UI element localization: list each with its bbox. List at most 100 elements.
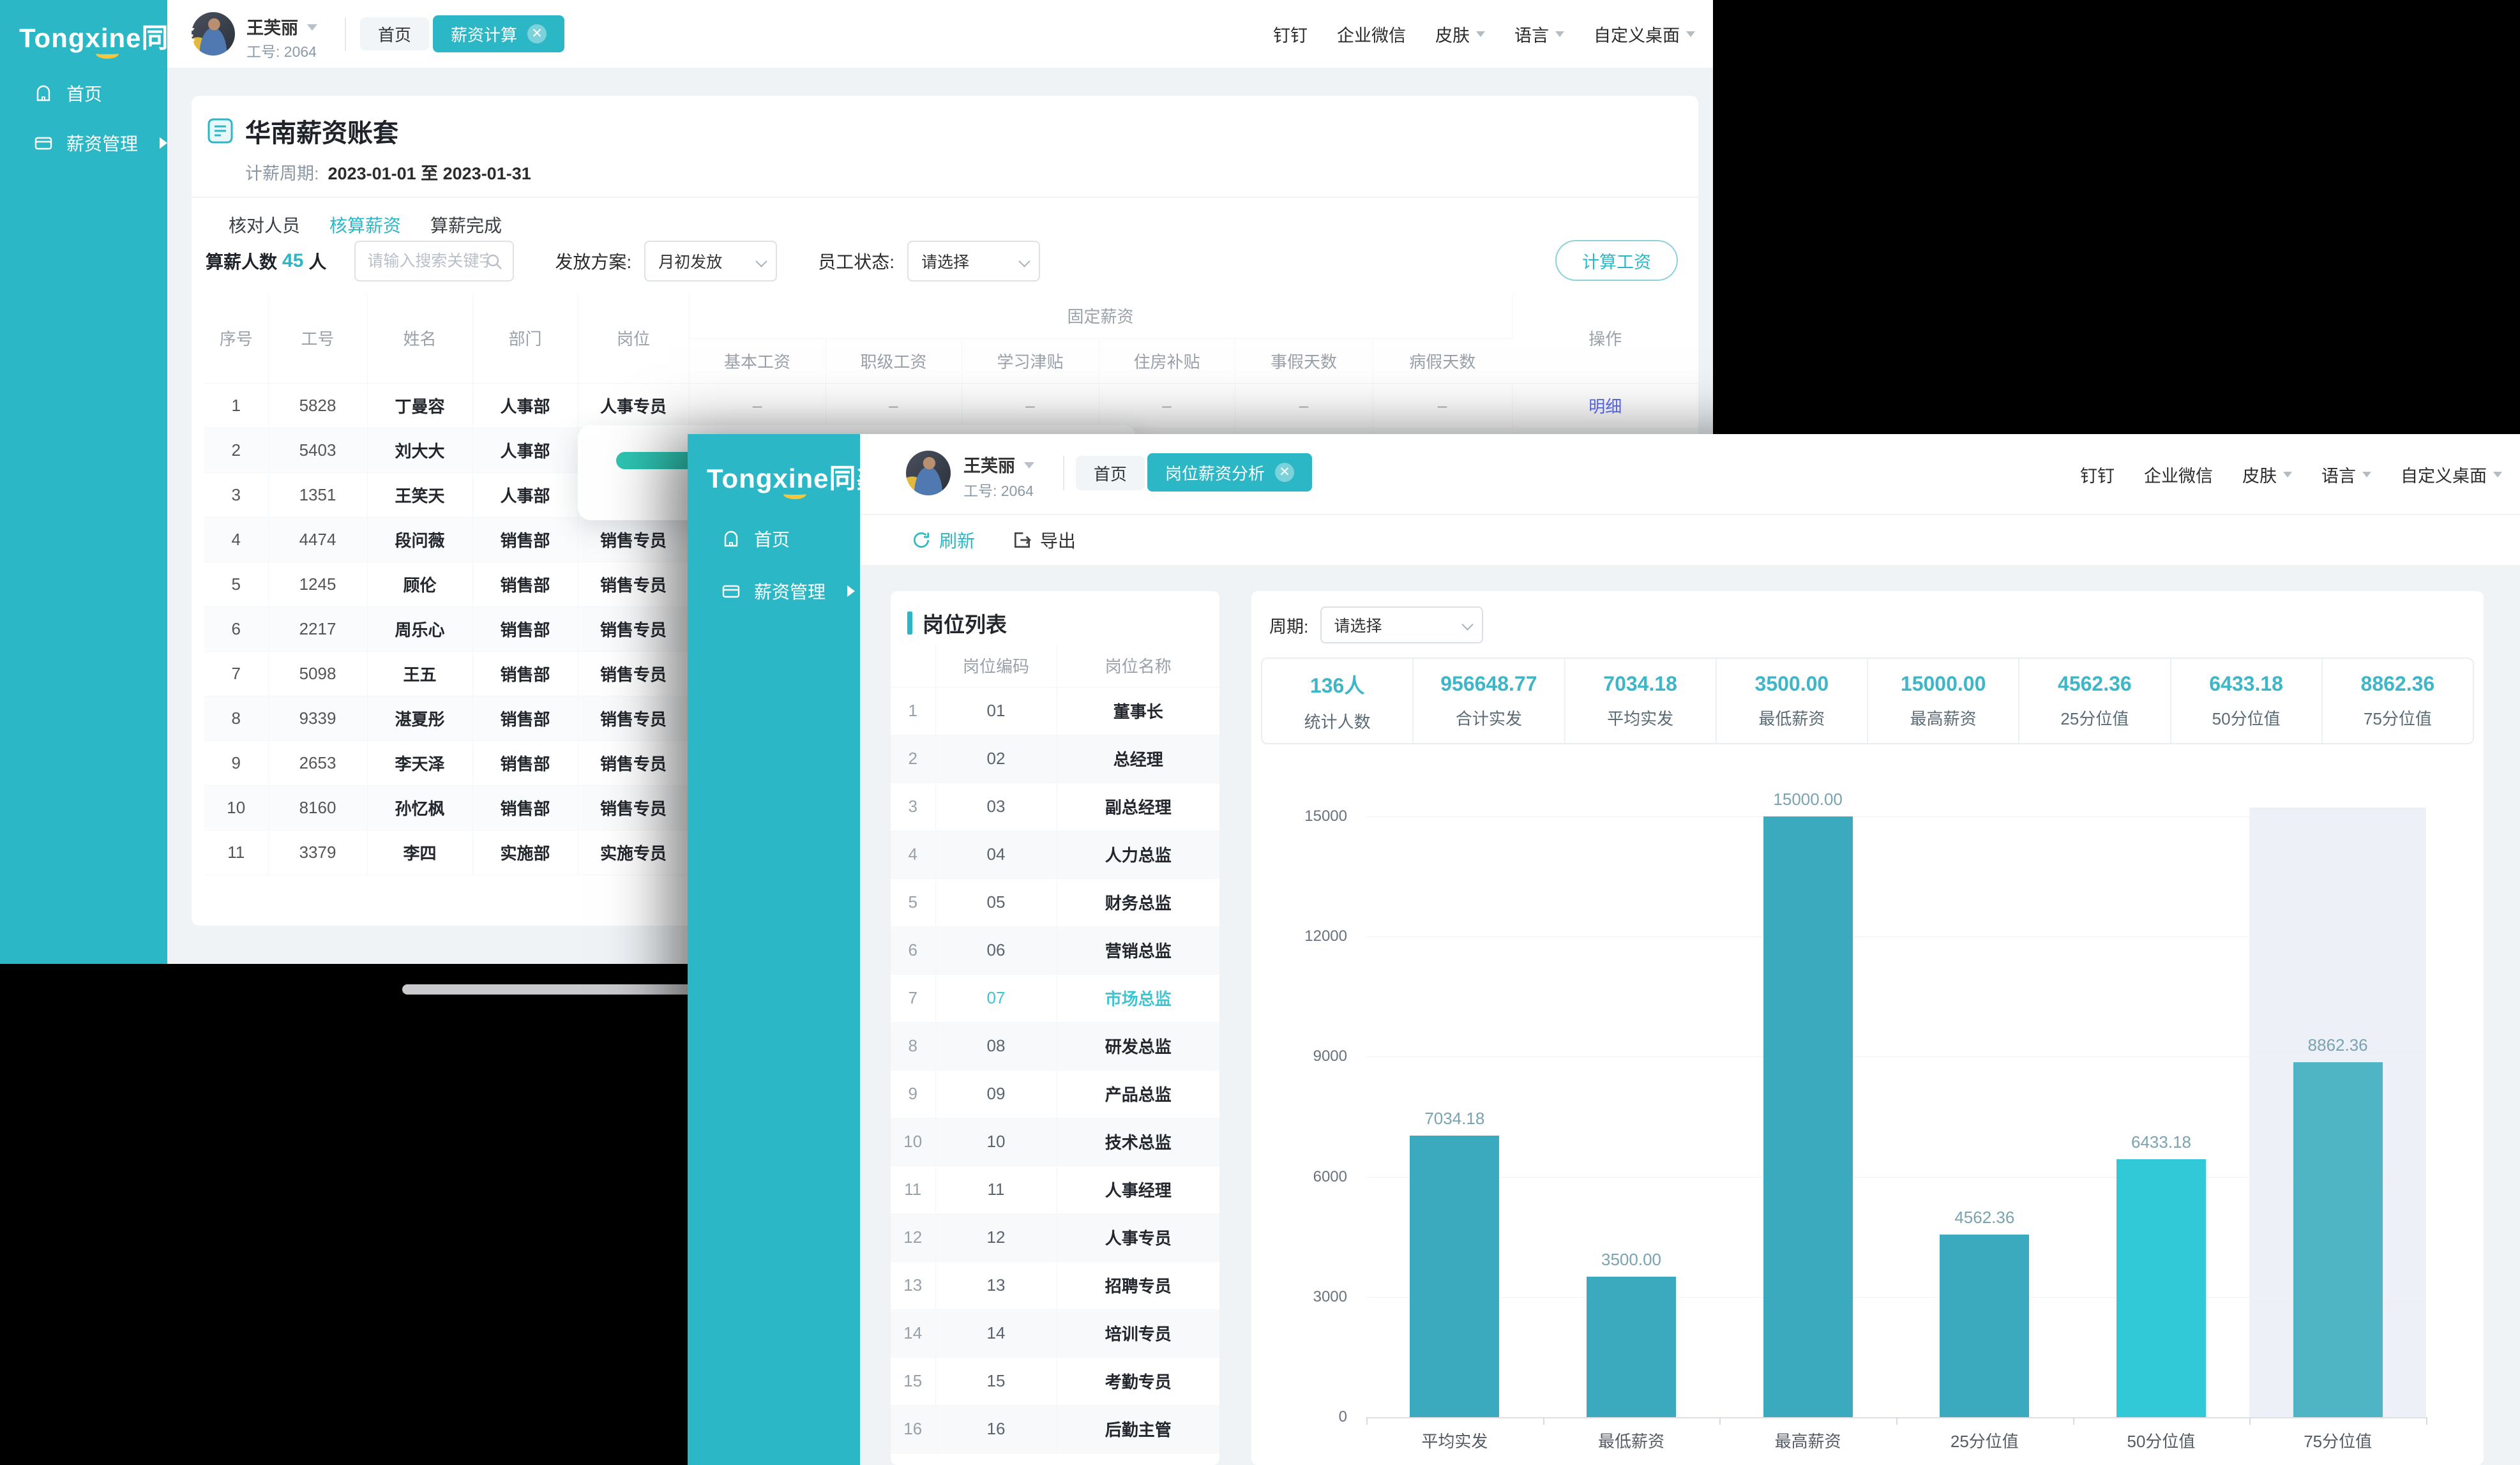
bar-最低薪资[interactable] <box>1587 1277 1676 1417</box>
menu-item-语言[interactable]: 语言 <box>2321 462 2371 487</box>
cell-dept: 销售部 <box>472 696 578 740</box>
search-icon[interactable] <box>485 252 504 271</box>
position-row[interactable]: 1616后勤主管 <box>891 1405 1219 1453</box>
plan-select[interactable]: 月初发放 <box>644 241 777 282</box>
col-病假天数: 病假天数 <box>1373 338 1512 383</box>
step-done[interactable]: 算薪完成 <box>430 212 502 237</box>
cell-dept: 销售部 <box>472 606 578 651</box>
position-row[interactable]: 606营销总监 <box>891 926 1219 974</box>
position-row[interactable]: 202总经理 <box>891 735 1219 783</box>
sidebar-item-home[interactable]: 首页 <box>721 526 790 552</box>
position-row[interactable]: 707市场总监 <box>891 974 1219 1022</box>
position-row[interactable]: 1515考勤专员 <box>891 1357 1219 1405</box>
menu-item-语言[interactable]: 语言 <box>1514 22 1564 47</box>
stat-value: 956648.77 <box>1440 672 1537 696</box>
expand-arrow-icon <box>160 137 173 149</box>
user-name[interactable]: 王芙丽 <box>246 14 317 39</box>
cell-position-code: 02 <box>935 735 1057 783</box>
detail-link[interactable]: 明细 <box>1588 397 1622 416</box>
cell-index: 7 <box>891 974 935 1022</box>
tab-home[interactable]: 首页 <box>1076 456 1145 490</box>
cell-emp-id: 8160 <box>268 785 367 830</box>
position-row[interactable]: 909产品总监 <box>891 1070 1219 1118</box>
sidebar-item-salary-mgmt[interactable]: 薪资管理 <box>33 130 173 156</box>
y-axis-tick: 6000 <box>1271 1168 1347 1186</box>
cycle-select[interactable]: 请选择 <box>1320 606 1483 643</box>
y-axis-tick: 9000 <box>1271 1048 1347 1065</box>
period-label: 计薪周期: <box>245 160 319 184</box>
position-row[interactable]: 1414培训专员 <box>891 1309 1219 1357</box>
search-input[interactable] <box>367 252 488 271</box>
cell-index: 16 <box>891 1405 935 1453</box>
title-accent-bar <box>907 612 912 635</box>
menu-item-企业微信[interactable]: 企业微信 <box>2144 462 2213 487</box>
headcount-unit: 人 <box>308 248 326 274</box>
bar-50分位值[interactable] <box>2116 1159 2206 1417</box>
bar-25分位值[interactable] <box>1940 1235 2029 1417</box>
tab-position-analysis[interactable]: 岗位薪资分析✕ <box>1147 453 1312 492</box>
cell-no: 7 <box>204 651 268 696</box>
menu-item-label: 钉钉 <box>1273 22 1308 47</box>
cell-name: 丁曼容 <box>367 383 472 428</box>
position-row[interactable]: 404人力总监 <box>891 830 1219 878</box>
position-row[interactable]: 808研发总监 <box>891 1022 1219 1070</box>
cell-name: 刘大大 <box>367 428 472 472</box>
position-row[interactable]: 1313招聘专员 <box>891 1261 1219 1309</box>
stat-value: 8862.36 <box>2361 672 2435 696</box>
cell-no: 11 <box>204 830 268 875</box>
close-icon[interactable]: ✕ <box>1275 463 1294 482</box>
cell-index: 3 <box>891 783 935 830</box>
cell-position-name: 董事长 <box>1057 687 1219 735</box>
export-button[interactable]: 导出 <box>1012 527 1076 553</box>
menu-item-企业微信[interactable]: 企业微信 <box>1337 22 1406 47</box>
refresh-button[interactable]: 刷新 <box>911 527 975 553</box>
cell-dept: 销售部 <box>472 517 578 562</box>
x-axis-label: 50分位值 <box>2073 1429 2250 1452</box>
cell-no: 1 <box>204 383 268 428</box>
menu-item-钉钉[interactable]: 钉钉 <box>2080 462 2115 487</box>
tab-payroll-calc[interactable]: 薪资计算✕ <box>433 15 564 52</box>
position-row[interactable]: 1111人事经理 <box>891 1166 1219 1213</box>
status-select[interactable]: 请选择 <box>907 241 1040 282</box>
menu-item-钉钉[interactable]: 钉钉 <box>1273 22 1308 47</box>
close-icon[interactable]: ✕ <box>527 24 547 43</box>
sidebar-item-salary-mgmt[interactable]: 薪资管理 <box>721 578 861 604</box>
col-name: 姓名 <box>367 294 472 383</box>
home-icon <box>33 83 54 103</box>
stat-label: 合计实发 <box>1456 706 1522 730</box>
tab-home[interactable]: 首页 <box>360 17 429 50</box>
wallet-icon <box>33 133 54 153</box>
cell-position-code: 03 <box>935 783 1057 830</box>
cell-emp-id: 9339 <box>268 696 367 740</box>
stat-最高薪资: 15000.00最高薪资 <box>1867 659 2018 743</box>
menu-item-皮肤[interactable]: 皮肤 <box>2242 462 2292 487</box>
cell-position-name: 研发总监 <box>1057 1022 1219 1070</box>
bar-75分位值[interactable] <box>2293 1062 2383 1417</box>
menu-item-皮肤[interactable]: 皮肤 <box>1435 22 1485 47</box>
calc-salary-button[interactable]: 计算工资 <box>1555 240 1678 281</box>
position-row[interactable]: 1010技术总监 <box>891 1118 1219 1166</box>
step-calc-salary[interactable]: 核算薪资 <box>329 212 401 237</box>
x-axis-tickmark <box>1366 1417 1368 1425</box>
avatar[interactable] <box>906 451 951 495</box>
user-name[interactable]: 王芙丽 <box>963 452 1034 477</box>
bar-最高薪资[interactable] <box>1763 816 1853 1417</box>
col-no: 序号 <box>204 294 268 383</box>
tab-home-label: 首页 <box>1094 462 1127 485</box>
menu-item-自定义桌面[interactable]: 自定义桌面 <box>2401 462 2502 487</box>
menu-item-自定义桌面[interactable]: 自定义桌面 <box>1594 22 1695 47</box>
chevron-down-icon <box>755 255 767 267</box>
position-row[interactable]: 101董事长 <box>891 687 1219 735</box>
cycle-label: 周期: <box>1269 613 1309 638</box>
cell-value: – <box>1099 383 1235 428</box>
bar-平均实发[interactable] <box>1410 1136 1499 1417</box>
stat-平均实发: 7034.18平均实发 <box>1564 659 1716 743</box>
position-row[interactable]: 505财务总监 <box>891 878 1219 926</box>
position-row[interactable]: 1212人事专员 <box>891 1213 1219 1261</box>
step-check-staff[interactable]: 核对人员 <box>229 212 300 237</box>
sidebar-item-home[interactable]: 首页 <box>33 80 102 106</box>
position-row[interactable]: 303副总经理 <box>891 783 1219 830</box>
cell-name: 湛夏彤 <box>367 696 472 740</box>
cell-position-code: 01 <box>935 687 1057 735</box>
avatar[interactable] <box>192 12 235 56</box>
